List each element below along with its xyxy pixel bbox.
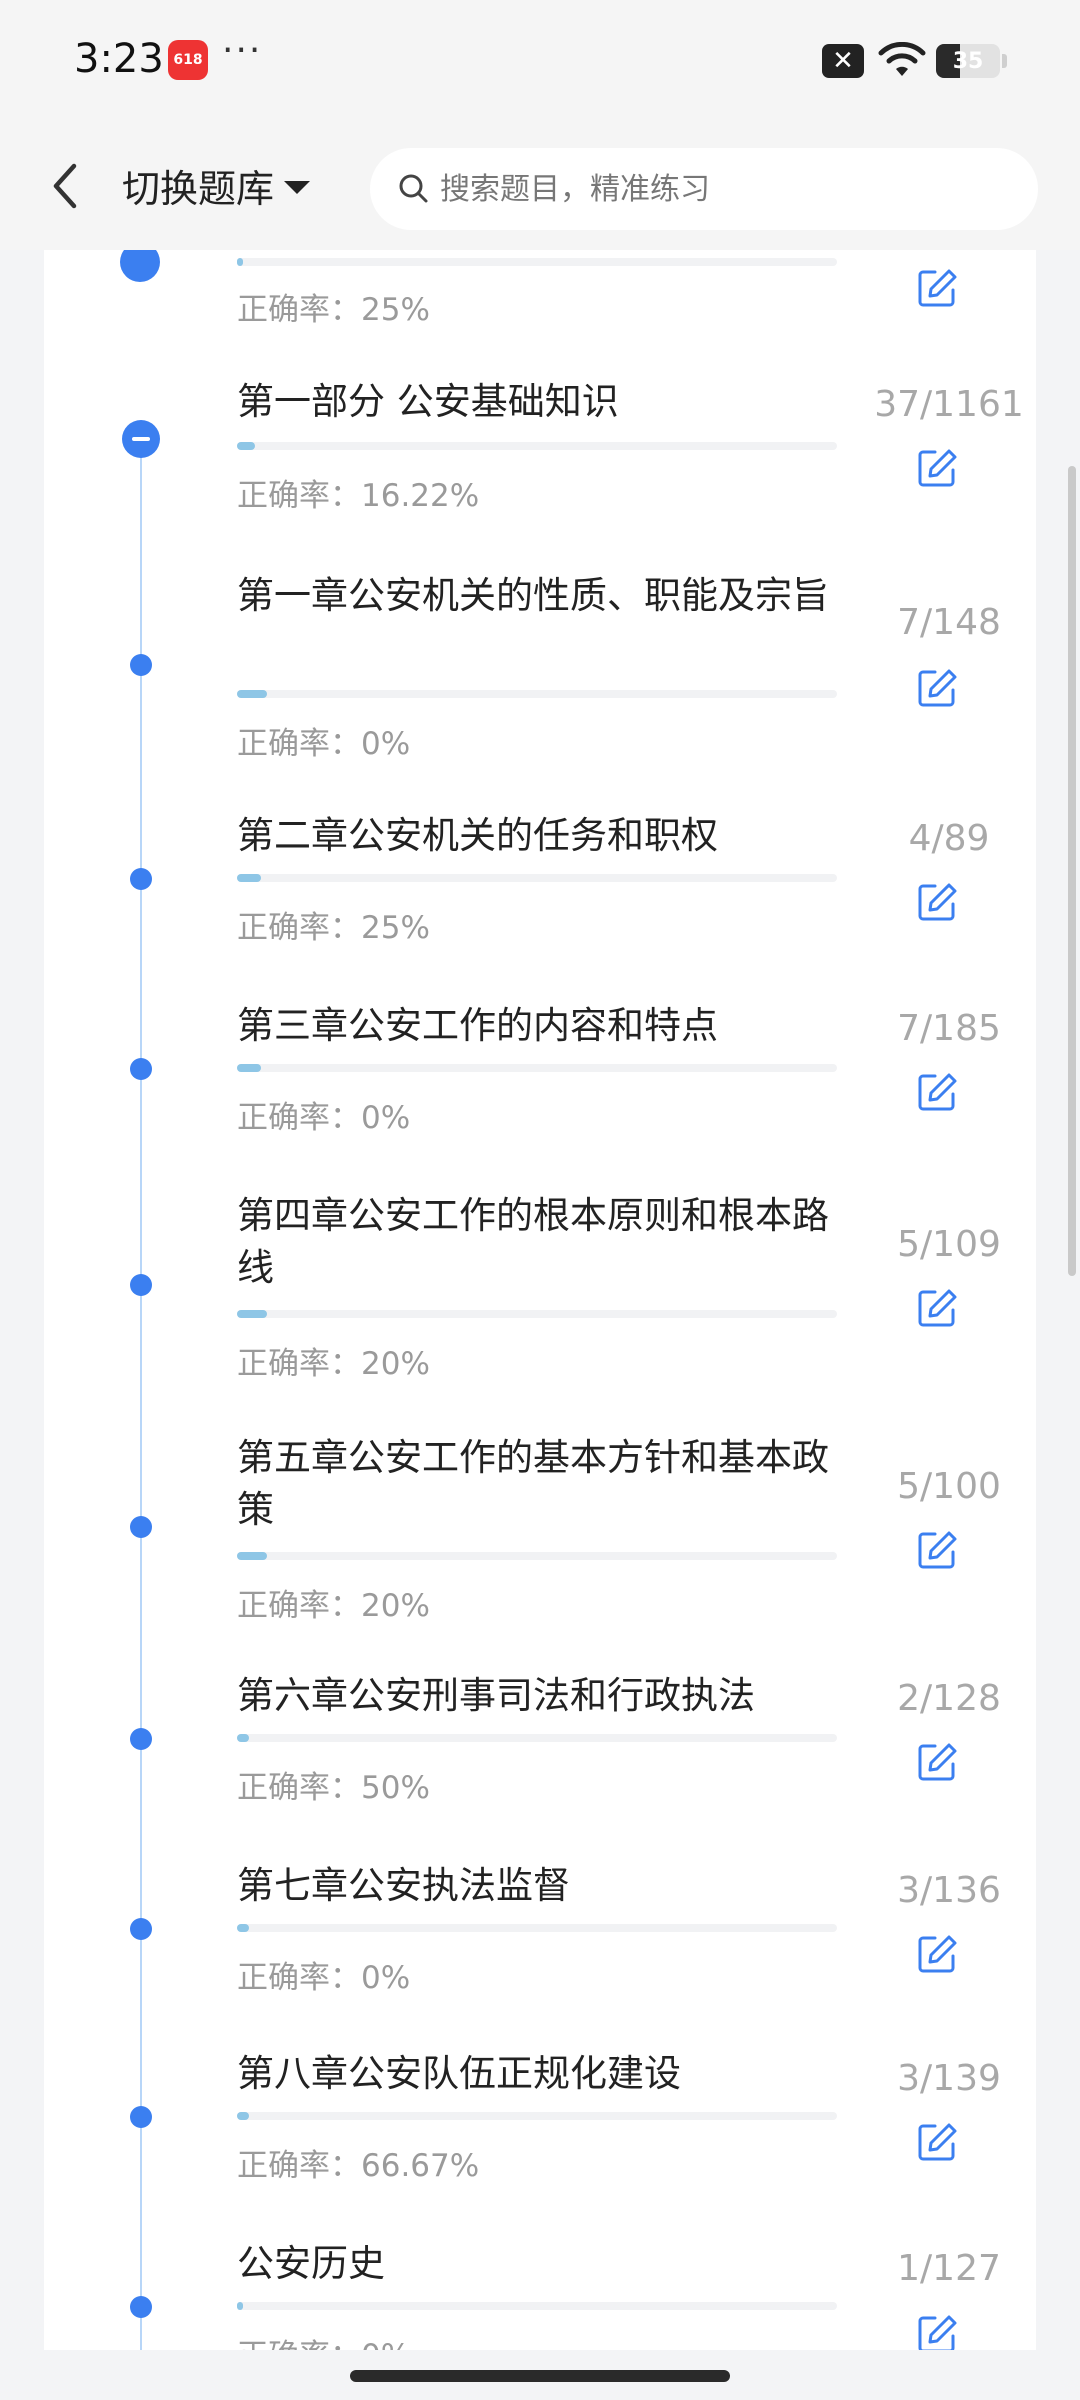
- accuracy-rate: 正确率：20%: [237, 1346, 430, 1382]
- progress-count: 3/136: [897, 1870, 1001, 1911]
- accuracy-rate: 正确率：20%: [237, 1588, 430, 1624]
- timeline-node: [130, 2296, 152, 2318]
- progress-bar: [237, 2302, 837, 2310]
- progress-bar: [237, 1310, 837, 1318]
- wifi-icon: [878, 42, 926, 76]
- progress-bar: [237, 1734, 837, 1742]
- edit-icon[interactable]: [915, 880, 959, 924]
- search-input[interactable]: [440, 171, 1000, 207]
- timeline-node: [130, 1274, 152, 1296]
- progress-count: 1/127: [897, 2248, 1001, 2289]
- progress-fill: [237, 1924, 249, 1932]
- accuracy-rate: 正确率：0%: [237, 1100, 411, 1136]
- item-title: 公安历史: [237, 2242, 385, 2285]
- progress-bar: [237, 442, 837, 450]
- x-box-icon: ✕: [822, 44, 864, 78]
- app-notification-icon: 618: [168, 40, 208, 80]
- progress-bar: [237, 1064, 837, 1072]
- item-title: 第三章公安工作的内容和特点: [237, 1004, 718, 1047]
- status-time: 3:23: [74, 36, 164, 82]
- collapse-icon[interactable]: [122, 420, 160, 458]
- timeline-node: [130, 868, 152, 890]
- progress-count: 37/1161: [874, 384, 1024, 425]
- item-title: 第五章公安工作的基本方针和基本政策: [237, 1436, 829, 1531]
- progress-fill: [237, 2302, 243, 2310]
- progress-bar: [237, 874, 837, 882]
- timeline-node: [130, 1058, 152, 1080]
- back-button[interactable]: [44, 158, 88, 214]
- progress-fill: [237, 1064, 261, 1072]
- battery-level: 35: [952, 48, 984, 74]
- progress-fill: [237, 1734, 249, 1742]
- progress-fill: [237, 874, 261, 882]
- timeline-node: [130, 2106, 152, 2128]
- progress-count: 7/185: [897, 1008, 1001, 1049]
- accuracy-rate: 正确率：66.67%: [237, 2148, 480, 2184]
- progress-bar: [237, 1552, 837, 1560]
- edit-icon[interactable]: [915, 1070, 959, 1114]
- progress-count: 5/100: [897, 1466, 1001, 1507]
- search-bar[interactable]: [370, 148, 1038, 230]
- item-title: 第一章公安机关的性质、职能及宗旨: [237, 574, 829, 617]
- item-title: 第八章公安队伍正规化建设: [237, 2052, 681, 2095]
- search-icon: [399, 174, 428, 203]
- progress-bar: [237, 1924, 837, 1932]
- accuracy-rate: 正确率：0%: [237, 726, 411, 762]
- progress-fill: [237, 1552, 267, 1560]
- accuracy-rate: 正确率：50%: [237, 1770, 430, 1806]
- battery-icon: 35: [936, 44, 1000, 78]
- timeline-node: [130, 654, 152, 676]
- progress-count: 3/139: [897, 2058, 1001, 2099]
- progress-bar: [237, 690, 837, 698]
- top-nav: 切换题库: [0, 124, 1080, 250]
- timeline-node: [130, 1918, 152, 1940]
- timeline-line: [140, 450, 142, 2350]
- status-bar: 3:23 618 ··· ✕ 35: [0, 0, 1080, 124]
- edit-icon[interactable]: [915, 1740, 959, 1784]
- progress-bar: [237, 258, 837, 266]
- progress-fill: [237, 442, 255, 450]
- progress-count: 4/89: [908, 818, 990, 859]
- edit-icon[interactable]: [915, 666, 959, 710]
- timeline-node: [120, 250, 160, 282]
- edit-icon[interactable]: [915, 1528, 959, 1572]
- edit-icon[interactable]: [915, 1932, 959, 1976]
- timeline-node: [130, 1516, 152, 1538]
- switch-question-bank-label: 切换题库: [122, 167, 275, 211]
- home-indicator[interactable]: [350, 2370, 730, 2382]
- progress-fill: [237, 258, 243, 266]
- timeline-node: [130, 1728, 152, 1750]
- item-title: 第一部分 公安基础知识: [237, 380, 619, 423]
- progress-fill: [237, 2112, 249, 2120]
- item-title: 第二章公安机关的任务和职权: [237, 814, 718, 857]
- edit-icon[interactable]: [915, 446, 959, 490]
- edit-icon[interactable]: [915, 266, 959, 310]
- dropdown-caret-icon: [284, 181, 311, 194]
- progress-count: 5/109: [897, 1224, 1001, 1265]
- edit-icon[interactable]: [915, 2312, 959, 2350]
- accuracy-rate: 正确率：0%: [237, 2330, 410, 2350]
- accuracy-rate: 正确率：25%: [237, 292, 430, 328]
- progress-count: 2/128: [897, 1678, 1001, 1719]
- progress-bar: [237, 2112, 837, 2120]
- chapter-list: 正确率：25% 第一部分 公安基础知识 正确率：16.22% 37/1161 第…: [44, 250, 1036, 2350]
- item-title: 第七章公安执法监督: [237, 1864, 570, 1907]
- item-title: 第四章公安工作的根本原则和根本路线: [237, 1194, 829, 1289]
- more-notifications-icon: ···: [222, 30, 263, 71]
- switch-question-bank-button[interactable]: 切换题库: [122, 158, 311, 213]
- edit-icon[interactable]: [915, 2120, 959, 2164]
- scrollbar[interactable]: [1068, 466, 1076, 1276]
- progress-fill: [237, 690, 267, 698]
- accuracy-rate: 正确率：0%: [237, 1960, 411, 1996]
- accuracy-rate: 正确率：25%: [237, 910, 430, 946]
- progress-fill: [237, 1310, 267, 1318]
- edit-icon[interactable]: [915, 1286, 959, 1330]
- accuracy-rate: 正确率：16.22%: [237, 478, 480, 514]
- progress-count: 7/148: [897, 602, 1001, 643]
- item-title: 第六章公安刑事司法和行政执法: [237, 1674, 755, 1717]
